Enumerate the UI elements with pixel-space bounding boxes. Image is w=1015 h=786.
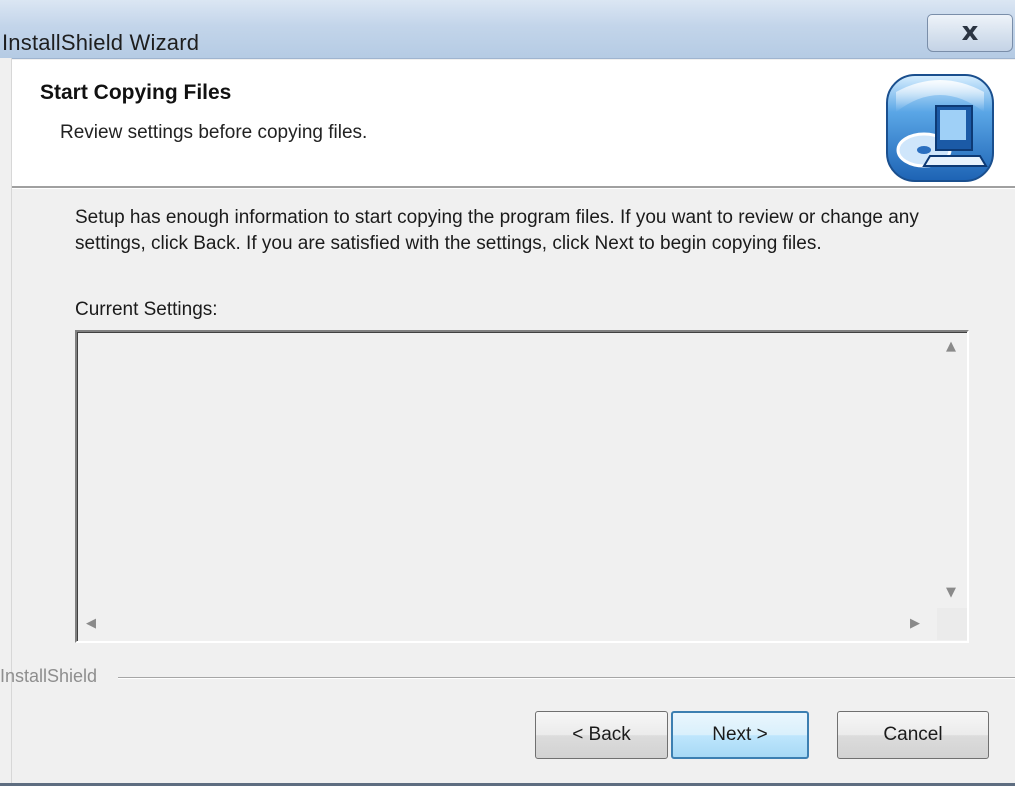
installshield-wizard-window: InstallShield Wizard x Start Copying Fil… (0, 0, 1015, 786)
horizontal-scrollbar[interactable]: ◀ ▶ (78, 608, 937, 640)
scrollbar-corner (937, 608, 967, 640)
window-title: InstallShield Wizard (2, 30, 200, 55)
scroll-right-arrow-icon[interactable]: ▶ (910, 616, 920, 631)
cancel-button[interactable]: Cancel (837, 711, 989, 759)
page-subtitle: Review settings before copying files. (60, 122, 368, 143)
current-settings-label: Current Settings: (75, 299, 218, 320)
back-button[interactable]: < Back (535, 711, 668, 759)
scroll-left-arrow-icon[interactable]: ◀ (86, 616, 96, 631)
instructions-text: Setup has enough information to start co… (75, 207, 919, 254)
vertical-scrollbar[interactable]: ▲ ▼ (937, 333, 967, 608)
title-bar[interactable]: InstallShield Wizard x (0, 0, 1015, 59)
scroll-down-arrow-icon[interactable]: ▼ (946, 585, 956, 600)
close-button[interactable]: x (927, 14, 1013, 52)
header-divider (12, 186, 1015, 189)
current-settings-textbox[interactable] (75, 330, 969, 643)
scroll-up-arrow-icon[interactable]: ▲ (946, 339, 956, 354)
next-button[interactable]: Next > (671, 711, 809, 759)
computer-cd-install-icon (886, 74, 994, 182)
page-title: Start Copying Files (40, 81, 232, 104)
close-icon: x (961, 17, 979, 47)
footer-divider (118, 677, 1015, 679)
installshield-brand-label: InstallShield (0, 666, 98, 686)
